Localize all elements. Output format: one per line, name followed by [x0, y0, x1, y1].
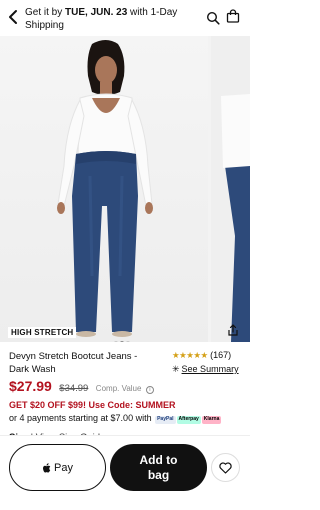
- shipping-header: Get it by TUE, JUN. 23 with 1-Day Shippi…: [0, 0, 250, 36]
- installment-message: or 4 payments starting at $7.00 with Pay…: [9, 413, 222, 424]
- heart-icon: [219, 461, 232, 474]
- purchase-bar: Pay Add to bag: [0, 435, 250, 510]
- next-photo-preview-illustration: [221, 94, 250, 342]
- apple-pay-label: Pay: [54, 461, 73, 474]
- wishlist-button[interactable]: [211, 453, 240, 482]
- apple-pay-button[interactable]: Pay: [9, 444, 106, 491]
- add-to-bag-button[interactable]: Add to bag: [110, 444, 207, 491]
- search-icon[interactable]: [206, 11, 220, 25]
- product-image-gallery[interactable]: HIGH STRETCH: [0, 36, 250, 342]
- carousel-dots[interactable]: [114, 332, 132, 342]
- afterpay-logo-icon[interactable]: Afterpay: [176, 416, 201, 424]
- price-row: $27.99 $34.99 Comp. Value i: [9, 378, 154, 396]
- product-photo[interactable]: [0, 36, 208, 342]
- model-figure-illustration: [57, 40, 153, 337]
- comp-value-label: Comp. Value: [95, 384, 142, 393]
- promo-message: GET $20 OFF $99! Use Code: SUMMER: [9, 400, 176, 410]
- ship-date: TUE, JUN. 23: [65, 7, 128, 18]
- original-price: $34.99: [59, 383, 89, 394]
- see-summary-link[interactable]: ✳ See Summary: [172, 364, 239, 375]
- carousel-dot[interactable]: [126, 341, 130, 342]
- add-to-bag-label: Add to bag: [139, 452, 178, 482]
- shipping-message: Get it by TUE, JUN. 23 with 1-Day Shippi…: [25, 6, 195, 32]
- shopping-bag-icon[interactable]: [226, 9, 240, 23]
- info-icon[interactable]: i: [145, 386, 154, 394]
- apple-logo-icon: [43, 462, 51, 472]
- carousel-dot[interactable]: [114, 341, 118, 342]
- carousel-dot-active[interactable]: [120, 341, 124, 342]
- product-name: Devyn Stretch Bootcut Jeans - Dark Wash: [9, 351, 138, 375]
- chevron-left-icon[interactable]: [6, 9, 20, 25]
- product-rating[interactable]: ★★★★★ (167): [172, 350, 231, 361]
- see-summary-label: See Summary: [181, 364, 239, 374]
- installment-text: or 4 payments starting at $7.00 with: [9, 413, 152, 423]
- klarna-logo-icon[interactable]: Klarna: [201, 416, 222, 424]
- share-icon[interactable]: [227, 324, 239, 336]
- review-count: (167): [210, 350, 232, 360]
- high-stretch-badge: HIGH STRETCH: [8, 327, 77, 338]
- ship-prefix: Get it by: [25, 7, 66, 18]
- star-rating-icon: ★★★★★: [172, 350, 208, 360]
- next-product-photo[interactable]: [211, 36, 250, 342]
- sparkle-icon: ✳: [172, 364, 180, 374]
- sale-price: $27.99: [9, 378, 52, 394]
- paypal-logo-icon[interactable]: PayPal: [155, 416, 176, 424]
